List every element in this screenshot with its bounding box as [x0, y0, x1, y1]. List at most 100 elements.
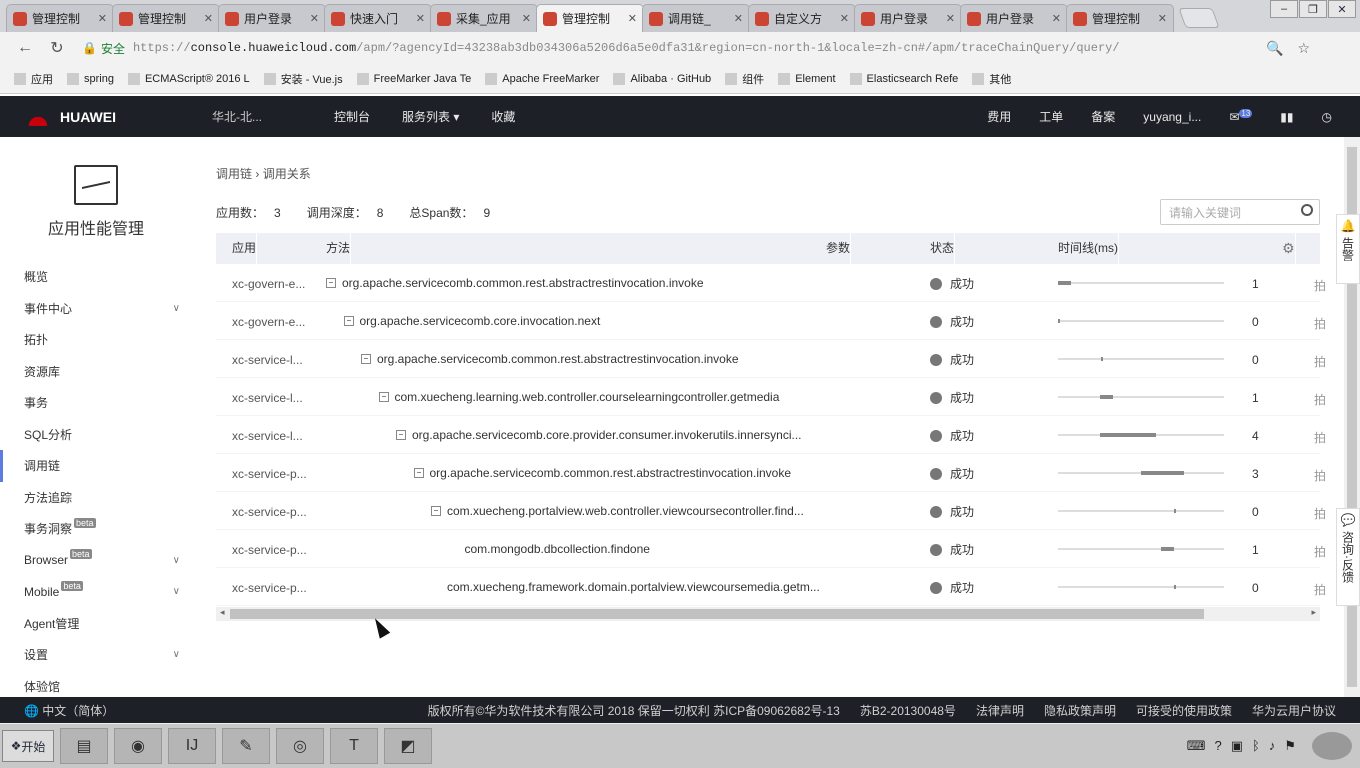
- bookmark-item[interactable]: spring: [67, 72, 114, 85]
- bookmark-item[interactable]: 应用: [14, 71, 53, 87]
- bookmark-item[interactable]: 其他: [972, 71, 1011, 87]
- breadcrumb-parent[interactable]: 调用链: [216, 167, 252, 181]
- flag-icon[interactable]: ⚑: [1284, 738, 1296, 754]
- favorites-link[interactable]: 收藏: [491, 108, 515, 125]
- scroll-left-icon[interactable]: ◂: [220, 607, 225, 618]
- header-status[interactable]: 状态: [930, 233, 956, 264]
- row-method[interactable]: com.mongodb.dbcollection.findone: [465, 542, 650, 556]
- sidebar-item[interactable]: Agent管理: [0, 608, 200, 640]
- bookmark-item[interactable]: FreeMarker Java Te: [356, 72, 471, 85]
- settings-gear-icon[interactable]: ⚙: [1282, 233, 1296, 264]
- keyword-search-input[interactable]: 请输入关键词: [1160, 199, 1320, 225]
- table-row[interactable]: xc-govern-e... org.apache.servicecomb.com…: [216, 264, 1326, 302]
- table-row[interactable]: xc-service-p... org.apache.servicecomb.co…: [216, 454, 1326, 492]
- tab-close-icon[interactable]: ✕: [840, 12, 849, 25]
- row-method[interactable]: org.apache.servicecomb.core.invocation.n…: [343, 314, 600, 328]
- tab-close-icon[interactable]: ✕: [416, 12, 425, 25]
- collapse-icon[interactable]: [413, 468, 424, 478]
- volume-icon[interactable]: ♪: [1269, 738, 1276, 754]
- browser-tab[interactable]: 用户登录 ✕: [854, 4, 962, 32]
- table-row[interactable]: xc-govern-e... org.apache.servicecomb.cor…: [216, 302, 1326, 340]
- search-icon[interactable]: [1301, 204, 1313, 216]
- bookmark-item[interactable]: Apache FreeMarker: [485, 72, 599, 85]
- back-icon[interactable]: ←: [12, 39, 38, 57]
- header-timeline[interactable]: 时间线(ms): [1058, 233, 1119, 264]
- tab-close-icon[interactable]: ✕: [946, 12, 955, 25]
- dashboard-icon[interactable]: ▮▮: [1280, 110, 1293, 124]
- bookmark-star-icon[interactable]: ☆: [1297, 40, 1310, 57]
- sidebar-item[interactable]: 事务: [0, 387, 200, 419]
- table-row[interactable]: xc-service-p... com.xuecheng.framework.do…: [216, 568, 1326, 606]
- sidebar-item[interactable]: 概览: [0, 261, 200, 293]
- console-link[interactable]: 控制台: [334, 108, 370, 125]
- browser-tab[interactable]: 调用链_ ✕: [642, 4, 750, 32]
- legal-link[interactable]: 法律声明: [976, 702, 1024, 719]
- row-action[interactable]: 拍: [1314, 581, 1326, 598]
- sidebar-item[interactable]: Mobile beta ∨: [0, 576, 200, 608]
- row-action[interactable]: 拍: [1314, 543, 1326, 560]
- reload-icon[interactable]: ↻: [44, 38, 70, 58]
- row-action[interactable]: 拍: [1314, 391, 1326, 408]
- zoom-icon[interactable]: 🔍: [1266, 40, 1283, 57]
- tab-close-icon[interactable]: ✕: [734, 12, 743, 25]
- user-menu[interactable]: yuyang_i...: [1143, 110, 1201, 124]
- browser-tab[interactable]: 管理控制 ✕: [112, 4, 220, 32]
- agreement-link[interactable]: 华为云用户协议: [1252, 702, 1336, 719]
- row-method[interactable]: org.apache.servicecomb.common.rest.abstr…: [413, 466, 791, 480]
- browser-tab[interactable]: 用户登录 ✕: [218, 4, 326, 32]
- keyboard-icon[interactable]: ⌨: [1187, 738, 1206, 754]
- region-selector[interactable]: 华北-北...: [212, 108, 302, 125]
- collapse-icon[interactable]: [378, 392, 389, 402]
- row-method[interactable]: com.xuecheng.learning.web.controller.cou…: [378, 390, 779, 404]
- browser-tab[interactable]: 自定义方 ✕: [748, 4, 856, 32]
- taskbar-typora-icon[interactable]: T: [330, 728, 378, 764]
- table-row[interactable]: xc-service-l... org.apache.servicecomb.co…: [216, 416, 1326, 454]
- tab-close-icon[interactable]: ✕: [310, 12, 319, 25]
- row-action[interactable]: 拍: [1314, 315, 1326, 332]
- row-action[interactable]: 拍: [1314, 505, 1326, 522]
- maximize-button[interactable]: ❐: [1299, 0, 1327, 18]
- close-window-button[interactable]: ✕: [1328, 0, 1356, 18]
- taskbar-paint-icon[interactable]: ✎: [222, 728, 270, 764]
- huawei-logo[interactable]: HUAWEI: [24, 107, 184, 126]
- collapse-icon[interactable]: [326, 278, 336, 288]
- bookmark-item[interactable]: 组件: [725, 71, 764, 87]
- browser-tab[interactable]: 快速入门 ✕: [324, 4, 432, 32]
- language-selector[interactable]: 🌐 中文（简体）: [24, 702, 114, 719]
- header-app[interactable]: 应用: [232, 233, 258, 264]
- billing-link[interactable]: 费用: [987, 108, 1011, 125]
- browser-tab[interactable]: 管理控制 ✕: [6, 4, 114, 32]
- row-method[interactable]: org.apache.servicecomb.common.rest.abstr…: [326, 276, 704, 290]
- table-row[interactable]: xc-service-l... com.xuecheng.learning.web…: [216, 378, 1326, 416]
- message-icon[interactable]: ✉ 13: [1229, 109, 1253, 124]
- taskbar-app-icon[interactable]: ◎: [276, 728, 324, 764]
- sidebar-item[interactable]: 调用链: [0, 450, 200, 482]
- browser-tab[interactable]: 管理控制 ✕: [536, 4, 644, 32]
- sidebar-item[interactable]: SQL分析: [0, 419, 200, 451]
- service-list-menu[interactable]: 服务列表 ▾: [402, 108, 459, 125]
- tab-close-icon[interactable]: ✕: [628, 12, 637, 25]
- row-method[interactable]: org.apache.servicecomb.common.rest.abstr…: [361, 352, 739, 366]
- start-button[interactable]: ❖ 开始: [2, 730, 54, 762]
- table-row[interactable]: xc-service-l... org.apache.servicecomb.co…: [216, 340, 1326, 378]
- filing-link[interactable]: 备案: [1091, 108, 1115, 125]
- browser-tab[interactable]: 管理控制 ✕: [1066, 4, 1174, 32]
- tab-close-icon[interactable]: ✕: [204, 12, 213, 25]
- browser-tab[interactable]: 采集_应用 ✕: [430, 4, 538, 32]
- new-tab-button[interactable]: [1178, 8, 1220, 28]
- row-action[interactable]: 拍: [1314, 277, 1326, 294]
- ticket-link[interactable]: 工单: [1039, 108, 1063, 125]
- bookmark-item[interactable]: 安装 - Vue.js: [263, 71, 343, 87]
- taskbar-chrome-icon[interactable]: ◉: [114, 728, 162, 764]
- aup-link[interactable]: 可接受的使用政策: [1136, 702, 1232, 719]
- feedback-float-button[interactable]: 💬 咨询·反馈: [1336, 508, 1360, 606]
- help-icon[interactable]: ?: [1215, 738, 1222, 754]
- taskbar-intellij-icon[interactable]: IJ: [168, 728, 216, 764]
- row-action[interactable]: 拍: [1314, 353, 1326, 370]
- sidebar-item[interactable]: 资源库: [0, 356, 200, 388]
- taskbar-explorer-icon[interactable]: ▤: [60, 728, 108, 764]
- clock-icon[interactable]: ◷: [1322, 110, 1332, 124]
- bluetooth-icon[interactable]: ᛒ: [1252, 738, 1260, 754]
- bookmark-item[interactable]: Element: [778, 72, 836, 85]
- browser-tab[interactable]: 用户登录 ✕: [960, 4, 1068, 32]
